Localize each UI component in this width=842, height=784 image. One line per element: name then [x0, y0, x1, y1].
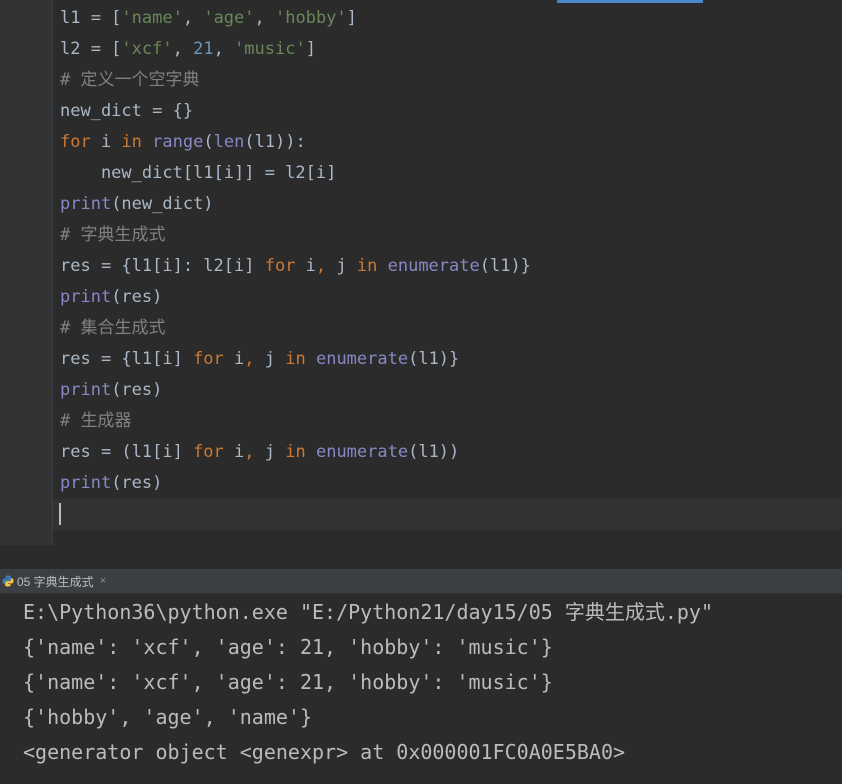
code-token: l2 = [	[60, 39, 122, 59]
code-line[interactable]: new_dict[l1[i]] = l2[i]	[60, 158, 336, 189]
code-token: print	[60, 380, 112, 400]
code-token: j	[254, 442, 286, 462]
code-token: res = {l1[i]	[60, 349, 194, 369]
code-line[interactable]: l2 = ['xcf', 21, 'music']	[60, 34, 316, 65]
console-line-output: {'hobby', 'age', 'name'}	[23, 705, 312, 729]
code-token: ,	[172, 39, 194, 59]
code-token: print	[60, 194, 112, 214]
code-token: (l1)):	[244, 132, 306, 152]
code-line[interactable]: print(new_dict)	[60, 189, 214, 220]
code-token: (res)	[111, 473, 163, 493]
code-token: # 生成器	[60, 411, 132, 431]
code-line[interactable]: # 生成器	[60, 406, 131, 437]
code-token: in	[285, 349, 306, 369]
code-token: (res)	[111, 380, 163, 400]
code-token: ]	[346, 8, 357, 28]
run-tab[interactable]: 05 字典生成式 ×	[0, 569, 112, 593]
code-token: (l1))	[408, 442, 460, 462]
code-token: i	[223, 442, 245, 462]
console-line-output: {'name': 'xcf', 'age': 21, 'hobby': 'mus…	[23, 670, 553, 694]
console-line-output: {'name': 'xcf', 'age': 21, 'hobby': 'mus…	[23, 635, 553, 659]
code-line[interactable]: for i in range(len(l1)):	[60, 127, 306, 158]
code-token: i	[90, 132, 122, 152]
code-line[interactable]: new_dict = {}	[60, 96, 193, 127]
code-token: 'hobby'	[275, 8, 347, 28]
code-token: res = (l1[i]	[60, 442, 194, 462]
code-token: j	[254, 349, 286, 369]
console-line-output: <generator object <genexpr> at 0x000001F…	[23, 740, 626, 764]
code-line[interactable]: l1 = ['name', 'age', 'hobby']	[60, 3, 357, 34]
code-token: res = {l1[i]: l2[i]	[60, 256, 265, 276]
code-token: 'xcf'	[121, 39, 173, 59]
run-tab-label: 05 字典生成式	[17, 574, 94, 589]
code-line[interactable]: res = {l1[i] for i, j in enumerate(l1)}	[60, 344, 459, 375]
gutter-separator	[52, 0, 53, 545]
code-token: enumerate	[315, 442, 409, 462]
code-token: (l1)}	[479, 256, 531, 276]
code-token: ]	[305, 39, 316, 59]
code-token: # 集合生成式	[60, 318, 166, 338]
code-token: i	[295, 256, 316, 276]
code-token: new_dict[l1[i]] = l2[i]	[60, 163, 337, 183]
code-token: for	[60, 132, 91, 152]
code-token: (new_dict)	[111, 194, 214, 214]
code-token: in	[121, 132, 142, 152]
code-token: print	[60, 287, 112, 307]
code-token: print	[60, 473, 112, 493]
current-line-highlight	[53, 499, 842, 530]
code-token: ,	[244, 442, 255, 462]
code-token: i	[223, 349, 245, 369]
code-token: # 字典生成式	[60, 225, 166, 245]
close-icon[interactable]: ×	[100, 575, 106, 587]
code-line[interactable]: res = (l1[i] for i, j in enumerate(l1))	[60, 437, 459, 468]
code-token: (res)	[111, 287, 163, 307]
code-token: j	[326, 256, 357, 276]
code-token: 'age'	[203, 8, 255, 28]
code-token: 'music'	[234, 39, 306, 59]
code-token: ,	[213, 39, 235, 59]
code-token: # 定义一个空字典	[60, 70, 200, 90]
code-token: len	[213, 132, 245, 152]
code-line[interactable]: # 集合生成式	[60, 313, 165, 344]
code-line[interactable]: # 字典生成式	[60, 220, 165, 251]
editor-scroll-indicator	[557, 0, 703, 3]
code-token: ,	[244, 349, 255, 369]
code-token: in	[285, 442, 306, 462]
code-token: ,	[254, 8, 275, 28]
run-console-output[interactable]: E:\Python36\python.exe "E:/Python21/day1…	[0, 594, 842, 784]
run-tool-window-tabs: 05 字典生成式 ×	[0, 569, 842, 594]
code-token: for	[193, 349, 224, 369]
code-line[interactable]: res = {l1[i]: l2[i] for i, j in enumerat…	[60, 251, 531, 282]
code-token: for	[264, 256, 296, 276]
panel-divider[interactable]	[0, 545, 842, 569]
code-token: 'name'	[121, 8, 183, 28]
code-line[interactable]: print(res)	[60, 282, 162, 313]
console-line-command: E:\Python36\python.exe "E:/Python21/day1…	[23, 600, 714, 624]
code-token: enumerate	[387, 256, 480, 276]
python-icon	[2, 575, 14, 587]
code-token: range	[152, 132, 204, 152]
code-token: in	[356, 256, 378, 276]
code-token: ,	[315, 256, 327, 276]
code-token: for	[193, 442, 224, 462]
text-cursor	[59, 503, 61, 525]
code-token: new_dict = {}	[60, 101, 194, 121]
code-editor[interactable]: l1 = ['name', 'age', 'hobby'] l2 = ['xcf'…	[0, 0, 842, 545]
code-token: ,	[182, 8, 204, 28]
code-line[interactable]: print(res)	[60, 468, 162, 499]
code-line[interactable]: # 定义一个空字典	[60, 65, 199, 96]
code-line[interactable]: print(res)	[60, 375, 162, 406]
code-token: (l1)}	[408, 349, 460, 369]
line-number-gutter[interactable]	[0, 0, 52, 545]
code-token: (	[203, 132, 214, 152]
code-token: enumerate	[315, 349, 409, 369]
code-token: 21	[193, 39, 214, 59]
code-token: l1 = [	[60, 8, 122, 28]
